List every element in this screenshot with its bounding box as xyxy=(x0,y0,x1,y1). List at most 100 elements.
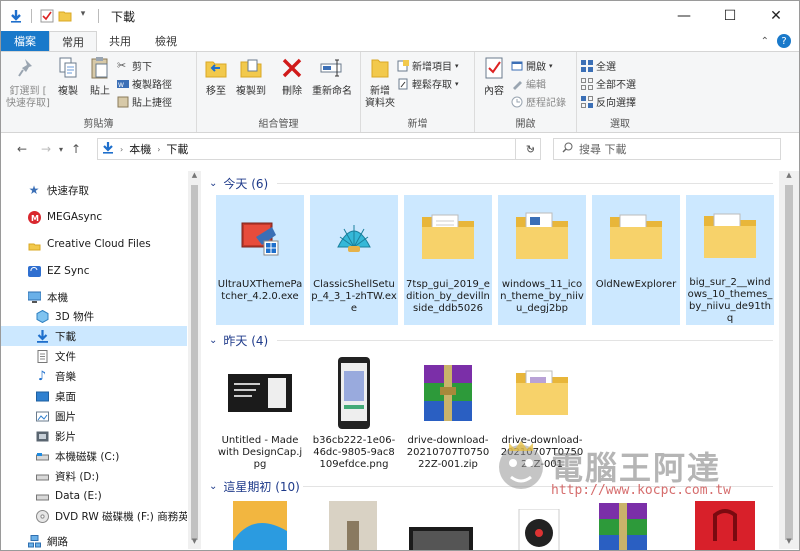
file-item[interactable]: 7tsp_gui_2019_edition_by_devillnside_ddb… xyxy=(404,195,492,325)
breadcrumb-separator-icon: › xyxy=(157,144,161,154)
invert-selection-button[interactable]: 反向選擇 xyxy=(581,94,636,109)
open-button[interactable]: 開啟 ▾ xyxy=(511,58,566,73)
window-title: 下載 xyxy=(111,9,136,24)
minimize-button[interactable]: — xyxy=(661,1,707,31)
address-bar[interactable]: › 本機 › 下載 ⌄ xyxy=(97,138,541,160)
edit-button[interactable]: 編輯 xyxy=(511,76,566,91)
sidebar-item-drive-e[interactable]: Data (E:) xyxy=(1,486,187,506)
scroll-up-icon[interactable]: ▲ xyxy=(188,171,201,183)
sidebar-item-label: 影片 xyxy=(55,430,76,443)
rename-label: 重新命名 xyxy=(312,86,352,97)
refresh-button[interactable]: ↻ xyxy=(515,138,545,160)
breadcrumb-computer[interactable]: 本機 xyxy=(129,141,151,157)
select-all-button[interactable]: 全選 xyxy=(581,58,636,73)
sidebar-item-label: Creative Cloud Files xyxy=(47,238,151,250)
help-icon[interactable]: ? xyxy=(777,34,791,48)
forward-arrow-icon[interactable]: → xyxy=(37,142,55,156)
copy-path-button[interactable]: W 複製路徑 xyxy=(117,76,172,91)
breadcrumb-downloads[interactable]: 下載 xyxy=(166,141,188,157)
sidebar-item-documents[interactable]: 文件 xyxy=(1,346,187,366)
sidebar-item-ez-sync[interactable]: EZ Sync xyxy=(1,261,187,281)
file-item-partial[interactable] xyxy=(329,501,377,550)
sidebar-item-this-pc[interactable]: 本機 xyxy=(1,287,187,307)
file-list-scrollbar[interactable]: ▲ ▼ xyxy=(779,171,799,549)
scroll-down-icon[interactable]: ▼ xyxy=(188,537,201,549)
sidebar-item-music[interactable]: ♪ 音樂 xyxy=(1,366,187,386)
file-item[interactable]: windows_11_icon_theme_by_niivu_degj2bp xyxy=(498,195,586,325)
paste-shortcut-button[interactable]: 貼上捷徑 xyxy=(117,94,172,109)
drive-icon xyxy=(35,449,49,463)
customize-toolbar-dropdown-icon[interactable]: ▾ xyxy=(76,9,90,23)
sidebar-item-label: MEGAsync xyxy=(47,211,103,223)
ribbon: 釘選到 [ 快速存取] 複製 貼上 ✂ 剪下 W 複製路徑 貼上捷徑 剪貼簿 移至 xyxy=(1,51,799,133)
group-header-yesterday[interactable]: ⌄ 昨天 (4) xyxy=(209,332,268,349)
tab-file[interactable]: 檔案 xyxy=(1,31,49,51)
sidebar-item-network[interactable]: 網路 xyxy=(1,531,187,550)
group-divider xyxy=(277,340,773,341)
file-item-partial[interactable] xyxy=(517,508,561,550)
file-item[interactable]: Untitled - Made with DesignCap.jpg xyxy=(216,351,304,481)
sidebar-item-quick-access[interactable]: ★ 快速存取 xyxy=(1,180,187,200)
open-group: 內容 開啟 ▾ 編輯 歷程記錄 開啟 xyxy=(475,52,577,132)
file-item-partial[interactable] xyxy=(233,501,287,550)
scrollbar-thumb[interactable] xyxy=(785,185,793,540)
file-item-partial[interactable] xyxy=(597,501,649,550)
file-item-partial[interactable] xyxy=(409,527,473,550)
copy-icon xyxy=(57,56,79,84)
file-item[interactable]: ClassicShellSetup_4_3_1-zhTW.exe xyxy=(310,195,398,325)
invert-selection-label: 反向選擇 xyxy=(596,98,636,109)
file-item-partial[interactable] xyxy=(695,501,755,550)
scroll-up-icon[interactable]: ▲ xyxy=(779,171,799,183)
ribbon-collapse-icon[interactable]: ⌃ xyxy=(761,36,769,47)
sidebar-item-creative-cloud[interactable]: Creative Cloud Files xyxy=(1,234,187,254)
new-folder-icon[interactable] xyxy=(58,9,72,23)
explorer-window: ▾ 下載 — ☐ ✕ 檔案 常用 共用 檢視 ⌃ ? 釘選到 [ 快速存取] 複… xyxy=(0,0,800,551)
sidebar-item-label: 文件 xyxy=(55,350,76,363)
group-header-today[interactable]: ⌄ 今天 (6) xyxy=(209,175,268,192)
sidebar-item-dvd-drive[interactable]: DVD RW 磁碟機 (F:) 商務英文2 xyxy=(1,506,187,526)
file-item[interactable]: drive-download-20210707T075022Z-001.zip xyxy=(404,351,492,481)
sidebar-item-downloads[interactable]: 下載 xyxy=(1,326,187,346)
sidebar-item-desktop[interactable]: 桌面 xyxy=(1,386,187,406)
file-item[interactable]: b36cb222-1e06-46dc-9805-9ac8109efdce.png xyxy=(310,351,398,481)
sidebar-item-drive-c[interactable]: 本機磁碟 (C:) xyxy=(1,446,187,466)
tab-share[interactable]: 共用 xyxy=(97,31,143,51)
sidebar-item-megasync[interactable]: M MEGAsync xyxy=(1,207,187,227)
breadcrumb-separator-icon: › xyxy=(120,144,124,154)
file-item[interactable]: big_sur_2__windows_10_themes_by_niivu_de… xyxy=(686,195,774,325)
file-item[interactable]: UltraUXThemePatcher_4.2.0.exe xyxy=(216,195,304,325)
cut-button[interactable]: ✂ 剪下 xyxy=(117,58,172,73)
new-item-button[interactable]: 新增項目 ▾ xyxy=(397,58,459,73)
recent-locations-icon[interactable]: ▾ xyxy=(55,145,67,154)
select-none-button[interactable]: 全部不選 xyxy=(581,76,636,91)
download-arrow-icon[interactable] xyxy=(9,9,23,23)
file-name: big_sur_2__windows_10_themes_by_niivu_de… xyxy=(687,277,773,324)
scrollbar-thumb[interactable] xyxy=(191,185,198,540)
tab-home[interactable]: 常用 xyxy=(49,31,97,51)
up-arrow-icon[interactable]: ↑ xyxy=(67,142,85,156)
navigation-pane: ★ 快速存取 M MEGAsync Creative Cloud Files E… xyxy=(1,171,201,550)
back-arrow-icon[interactable]: ← xyxy=(13,142,31,156)
sidebar-item-3d-objects[interactable]: 3D 物件 xyxy=(1,306,187,326)
file-item[interactable]: OldNewExplorer xyxy=(592,195,680,325)
history-button[interactable]: 歷程記錄 xyxy=(511,94,566,109)
group-header-earlier-this-week[interactable]: ⌄ 這星期初 (10) xyxy=(209,478,300,495)
folder-icon xyxy=(700,206,760,269)
sidebar-item-drive-d[interactable]: 資料 (D:) xyxy=(1,466,187,486)
properties-check-icon[interactable] xyxy=(40,9,54,23)
tab-view[interactable]: 檢視 xyxy=(143,31,189,51)
easy-access-button[interactable]: 輕鬆存取 ▾ xyxy=(397,76,459,91)
sidebar-item-pictures[interactable]: 圖片 xyxy=(1,406,187,426)
folder-icon xyxy=(418,207,478,270)
file-item[interactable]: drive-download-20210707T075022Z-001 xyxy=(498,351,586,481)
navigation-pane-scrollbar[interactable]: ▲ ▼ xyxy=(188,171,201,549)
scroll-down-icon[interactable]: ▼ xyxy=(779,537,799,549)
sidebar-item-label: 3D 物件 xyxy=(55,310,95,323)
sidebar-item-videos[interactable]: 影片 xyxy=(1,426,187,446)
search-box[interactable]: 搜尋 下載 xyxy=(553,138,781,160)
maximize-button[interactable]: ☐ xyxy=(707,1,753,31)
delete-label: 刪除 xyxy=(282,86,302,97)
file-name: UltraUXThemePatcher_4.2.0.exe xyxy=(217,279,303,302)
close-button[interactable]: ✕ xyxy=(753,1,799,31)
music-icon: ♪ xyxy=(37,368,47,384)
